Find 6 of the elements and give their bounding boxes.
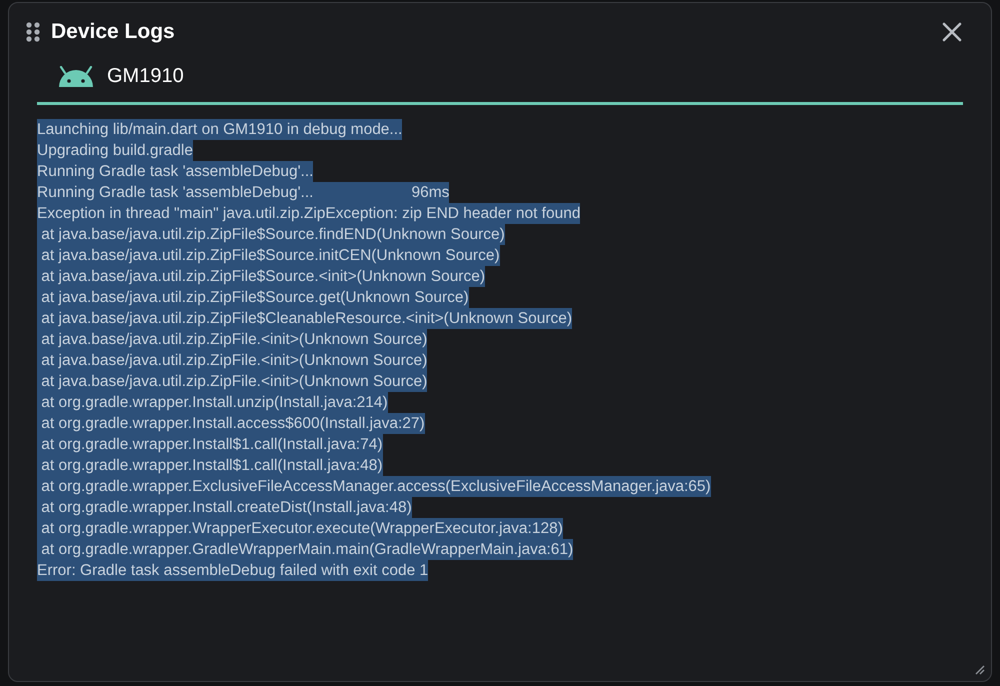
close-button[interactable] (941, 21, 963, 43)
resize-grip-icon[interactable] (973, 663, 985, 675)
drag-handle-icon[interactable] (25, 22, 41, 42)
device-tab[interactable]: GM1910 (37, 65, 204, 102)
android-icon (57, 66, 95, 88)
dialog-title: Device Logs (51, 20, 176, 44)
